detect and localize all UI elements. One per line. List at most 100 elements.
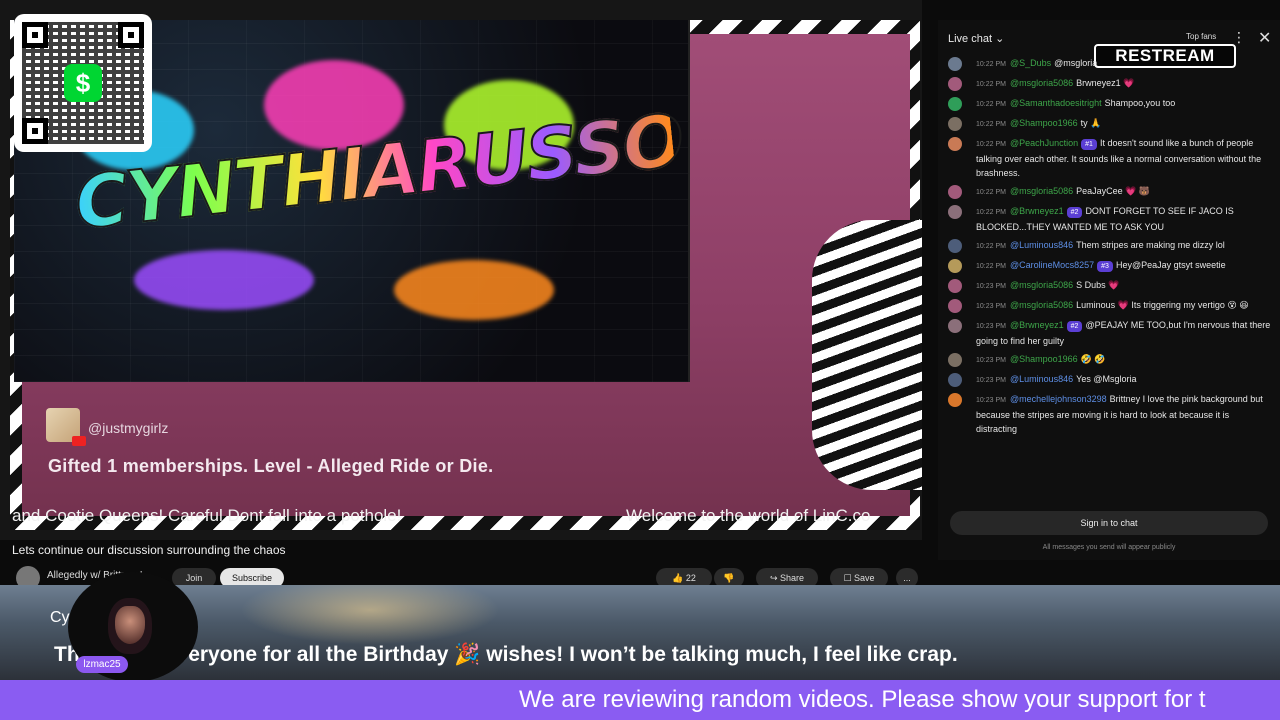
host-name-tag: lzmac25 (76, 656, 128, 673)
video-player[interactable]: CYNTHIARUSSO $ @justmygirlz Gifted 1 mem… (0, 0, 922, 540)
gifter-username: @justmygirlz (88, 420, 169, 436)
chat-text: S Dubs 💗 (1076, 280, 1120, 290)
chat-text: ty 🙏 (1080, 118, 1102, 128)
chat-message-list[interactable]: 10:22 PM @S_Dubs @msgloria 10:22 PM @msglori… (938, 54, 1280, 500)
chat-avatar[interactable] (948, 279, 962, 293)
chat-username[interactable]: @msgloria5086 (1010, 300, 1073, 310)
membership-gift-alert: @justmygirlz Gifted 1 memberships. Level… (24, 400, 884, 490)
chat-avatar[interactable] (948, 117, 962, 131)
bottom-ticker-text: We are reviewing random videos. Please s… (519, 686, 1206, 713)
chat-message: 10:22 PM @msgloria5086 PeaJayCee 💗 🐻 (938, 182, 1280, 202)
dollar-icon: $ (64, 64, 102, 102)
chat-message: 10:22 PM @Luminous846 Them stripes are mak… (938, 236, 1280, 256)
chat-avatar[interactable] (948, 57, 962, 71)
chat-message: 10:23 PM @Brwneyez1 #2 @PEAJAY ME TOO,but I… (938, 316, 1280, 350)
chat-text: 🤣 🤣 (1080, 354, 1106, 364)
chat-username[interactable]: @msgloria5086 (1010, 280, 1073, 290)
chat-text: PeaJayCee 💗 🐻 (1076, 186, 1151, 196)
chat-text: Shampoo,you too (1104, 98, 1176, 108)
chat-rank-badge: #1 (1081, 139, 1097, 150)
sign-in-to-chat-button[interactable]: Sign in to chat (950, 511, 1268, 535)
chat-text: Them stripes are making me dizzy lol (1076, 240, 1225, 250)
chat-avatar[interactable] (948, 373, 962, 387)
live-chat-dropdown[interactable]: Live chat ⌄ (948, 32, 1004, 45)
chat-username[interactable]: @Luminous846 (1010, 240, 1073, 250)
public-note: All messages you send will appear public… (1042, 544, 1176, 551)
chat-rank-badge: #2 (1066, 207, 1083, 218)
chat-timestamp: 10:23 PM (976, 283, 1006, 290)
chat-avatar[interactable] (948, 97, 962, 111)
chat-avatar[interactable] (948, 259, 962, 273)
chat-message: 10:23 PM @msgloria5086 Luminous 💗 Its trig… (938, 296, 1280, 316)
chat-timestamp: 10:23 PM (976, 357, 1006, 364)
chat-timestamp: 10:23 PM (976, 323, 1006, 330)
stream-scene: CYNTHIARUSSO $ @justmygirlz Gifted 1 mem… (0, 0, 1280, 720)
video-title: Lets continue our discussion surrounding… (12, 543, 286, 557)
thumbs-down-icon: 👎 (723, 573, 735, 583)
chat-timestamp: 10:22 PM (976, 263, 1006, 270)
close-icon[interactable]: ✕ (1258, 28, 1271, 48)
chat-timestamp: 10:22 PM (976, 121, 1006, 128)
chat-timestamp: 10:22 PM (976, 243, 1006, 250)
chat-avatar[interactable] (948, 319, 962, 333)
chat-username[interactable]: @CarolineMocs8257 (1010, 260, 1094, 270)
chat-timestamp: 10:22 PM (976, 81, 1006, 88)
bookmark-icon: ☐ (843, 573, 855, 583)
chat-avatar[interactable] (948, 205, 962, 219)
chat-timestamp: 10:23 PM (976, 377, 1006, 384)
chat-avatar[interactable] (948, 239, 962, 253)
chat-message: 10:22 PM @Samanthadoesitright Shampoo,you … (938, 94, 1280, 114)
chat-timestamp: 10:22 PM (976, 141, 1006, 148)
chat-timestamp: 10:23 PM (976, 397, 1006, 404)
chat-username[interactable]: @msgloria5086 (1010, 186, 1073, 196)
chat-message: 10:23 PM @Luminous846 Yes @Msgloria (938, 370, 1280, 390)
chat-username[interactable]: @PeachJunction (1010, 138, 1078, 148)
chat-username[interactable]: @msgloria5086 (1010, 78, 1073, 88)
chat-timestamp: 10:22 PM (976, 101, 1006, 108)
chat-message: 10:23 PM @msgloria5086 S Dubs 💗 (938, 276, 1280, 296)
top-ticker: and Cootie Queens! Careful Dont fall int… (12, 506, 920, 528)
chat-text: Brwneyez1 💗 (1076, 78, 1135, 88)
chat-rank-badge: #3 (1097, 261, 1113, 272)
chat-message: 10:22 PM @PeachJunction #1 It doesn't sound… (938, 134, 1280, 182)
chat-avatar[interactable] (948, 393, 962, 407)
chat-username[interactable]: @Luminous846 (1010, 374, 1073, 384)
live-chat-label: Live chat (948, 33, 993, 45)
chat-rank-badge: #2 (1066, 321, 1083, 332)
chat-timestamp: 10:23 PM (976, 303, 1006, 310)
share-icon: ↪ (769, 573, 780, 583)
chat-username[interactable]: @Shampoo1966 (1010, 354, 1078, 364)
chat-message: 10:23 PM @Shampoo1966 🤣 🤣 (938, 350, 1280, 370)
chat-username[interactable]: @Shampoo1966 (1010, 118, 1078, 128)
thumbs-up-icon: 👍 (672, 573, 686, 583)
top-ticker-right-text: Welcome to the world of LinC.co (626, 506, 871, 525)
save-label: Save (854, 573, 875, 583)
chat-text: @msgloria (1054, 58, 1098, 68)
chat-username[interactable]: @Samanthadoesitright (1010, 98, 1102, 108)
chat-header: Live chat ⌄ Top fans ⋮ ✕ RESTREAM (938, 20, 1280, 68)
chat-message: 10:22 PM @msgloria5086 Brwneyez1 💗 (938, 74, 1280, 94)
cashapp-qr-code: $ (14, 14, 152, 152)
top-ticker-left-text: and Cootie Queens! Careful Dont fall int… (12, 506, 402, 525)
chat-avatar[interactable] (948, 77, 962, 91)
chat-username[interactable]: @Brwneyez1 (1010, 320, 1064, 330)
chat-avatar[interactable] (948, 299, 962, 313)
like-count: 22 (685, 573, 696, 583)
chat-avatar[interactable] (948, 185, 962, 199)
chat-username[interactable]: @Brwneyez1 (1010, 206, 1064, 216)
chat-timestamp: 10:22 PM (976, 189, 1006, 196)
chat-avatar[interactable] (948, 353, 962, 367)
share-label: Share (780, 573, 805, 583)
chat-message: 10:22 PM @Brwneyez1 #2 DONT FORGET TO SEE I… (938, 202, 1280, 236)
chat-timestamp: 10:22 PM (976, 61, 1006, 68)
chat-username[interactable]: @S_Dubs (1010, 58, 1051, 68)
chat-message: 10:23 PM @mechellejohnson3298 Brittney I l… (938, 390, 1280, 438)
chat-avatar[interactable] (948, 137, 962, 151)
live-chat-panel: Live chat ⌄ Top fans ⋮ ✕ RESTREAM 10:22 … (938, 20, 1280, 560)
chat-username[interactable]: @mechellejohnson3298 (1010, 394, 1107, 404)
youtube-icon (72, 436, 86, 446)
chat-text: Luminous 💗 Its triggering my vertigo 😵 😆 (1076, 300, 1249, 310)
chat-menu-icon[interactable]: ⋮ (1232, 29, 1246, 46)
chat-timestamp: 10:22 PM (976, 209, 1006, 216)
chevron-down-icon: ⌄ (995, 33, 1005, 45)
